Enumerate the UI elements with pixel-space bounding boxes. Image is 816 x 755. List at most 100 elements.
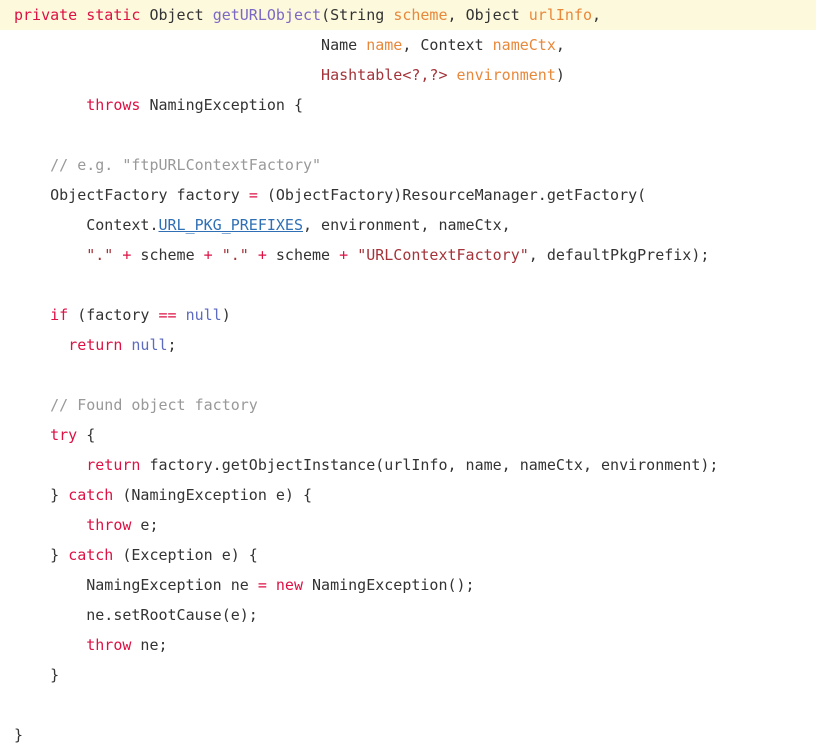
code-token-keyword: try: [50, 426, 78, 444]
code-token-generic: Hashtable<?,?>: [321, 66, 448, 84]
code-token-param: nameCtx: [492, 36, 556, 54]
code-token-plain: }: [14, 486, 69, 504]
code-token-operator: ==: [158, 306, 177, 324]
code-token-param: urlInfo: [528, 6, 592, 24]
code-line: private static Object getURLObject(Strin…: [0, 0, 816, 30]
code-token-plain: ne;: [131, 636, 168, 654]
code-token-plain: Object: [465, 6, 520, 24]
code-token-plain: NamingException ne: [86, 576, 258, 594]
code-token-punct: ,: [447, 6, 466, 24]
code-token-plain: (Exception e) {: [113, 546, 258, 564]
code-token-plain: (NamingException e) {: [113, 486, 313, 504]
code-token-keyword: catch: [68, 486, 114, 504]
code-token-operator: =: [248, 186, 258, 204]
code-token-keyword: throw: [86, 516, 132, 534]
code-token-plain: (factory: [68, 306, 159, 324]
code-token-string: "URLContextFactory": [357, 246, 529, 264]
code-token-keyword: new: [275, 576, 303, 594]
code-token-plain: scheme: [266, 246, 340, 264]
code-token-plain: Name: [321, 36, 358, 54]
code-token-link[interactable]: URL_PKG_PREFIXES: [159, 216, 304, 234]
code-token-plain: Context: [420, 36, 484, 54]
code-token-const: null: [131, 336, 168, 354]
code-line: Hashtable<?,?> environment): [0, 60, 816, 90]
code-token-plain: ObjectFactory factory: [50, 186, 249, 204]
code-token-string: ".": [221, 246, 249, 264]
code-token-plain: ne.setRootCause(e);: [14, 606, 258, 624]
code-line: throw e;: [0, 510, 816, 540]
code-token-keyword: throws: [86, 96, 141, 114]
code-token-punct: (: [321, 6, 331, 24]
code-token-comment: // Found object factory: [50, 396, 258, 414]
code-viewer[interactable]: private static Object getURLObject(Strin…: [0, 0, 816, 755]
code-line: NamingException ne = new NamingException…: [0, 570, 816, 600]
code-token-param: scheme: [393, 6, 448, 24]
code-token-plain: factory.getObjectInstance(urlInfo, name,…: [140, 456, 719, 474]
code-token-keyword: static: [86, 6, 141, 24]
code-line: "." + scheme + "." + scheme + "URLContex…: [0, 240, 816, 270]
code-token-keyword: throw: [86, 636, 132, 654]
code-token-punct: ,: [592, 6, 602, 24]
code-line: } catch (Exception e) {: [0, 540, 816, 570]
code-token-punct: ): [221, 306, 231, 324]
code-line: } catch (NamingException e) {: [0, 480, 816, 510]
code-line: if (factory == null): [0, 300, 816, 330]
code-token-keyword: return: [68, 336, 123, 354]
code-token-plain: NamingException();: [303, 576, 475, 594]
code-token-plain: , environment, nameCtx,: [303, 216, 511, 234]
code-token-punct: ,: [555, 36, 565, 54]
code-token-param: environment: [456, 66, 556, 84]
code-token-plain: (ObjectFactory)ResourceManager.getFactor…: [257, 186, 647, 204]
code-token-plain: Object: [149, 6, 204, 24]
code-line: ne.setRootCause(e);: [0, 600, 816, 630]
code-token-plain: , defaultPkgPrefix);: [528, 246, 710, 264]
code-line: // e.g. "ftpURLContextFactory": [0, 150, 816, 180]
code-token-punct: ,: [402, 36, 421, 54]
code-token-punct: {: [77, 426, 96, 444]
code-token-punct: {: [284, 96, 303, 114]
code-token-keyword: catch: [68, 546, 114, 564]
code-line: ObjectFactory factory = (ObjectFactory)R…: [0, 180, 816, 210]
code-token-keyword: private: [14, 6, 78, 24]
code-token-param: name: [366, 36, 403, 54]
code-line: Context.URL_PKG_PREFIXES, environment, n…: [0, 210, 816, 240]
code-line: try {: [0, 420, 816, 450]
code-token-plain: }: [14, 666, 60, 684]
code-token-string: ".": [86, 246, 114, 264]
code-token-method: getURLObject: [212, 6, 322, 24]
code-token-plain: String: [330, 6, 385, 24]
code-token-plain: scheme: [131, 246, 204, 264]
code-token-operator: +: [203, 246, 213, 264]
code-line: }: [0, 660, 816, 690]
code-line: throws NamingException {: [0, 90, 816, 120]
code-token-keyword: if: [50, 306, 69, 324]
code-token-punct: ;: [167, 336, 177, 354]
code-token-plain: e;: [131, 516, 159, 534]
code-token-plain: NamingException: [149, 96, 285, 114]
